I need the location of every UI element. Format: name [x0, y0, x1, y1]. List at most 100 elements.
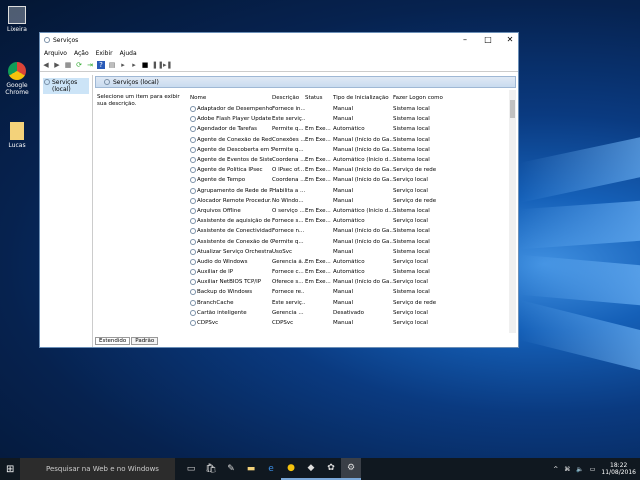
- chrome-taskbar-icon[interactable]: ●: [281, 458, 301, 480]
- console-tree-icon[interactable]: ▦: [64, 61, 72, 69]
- maximize-button[interactable]: □: [478, 35, 498, 44]
- desktop-icon-user-folder[interactable]: Lucas: [2, 122, 32, 149]
- table-row[interactable]: Arquivos Offline O serviço ... Em Exe... Au…: [190, 206, 510, 216]
- table-row[interactable]: Adobe Flash Player Update ... Este serviç…: [190, 114, 510, 124]
- service-icon: [190, 248, 196, 255]
- paint-icon[interactable]: ✿: [321, 458, 341, 480]
- table-row[interactable]: Assistente de Conexão de C... Permite q..…: [190, 236, 510, 246]
- service-name-text: Agente de Política IPsec: [197, 167, 263, 174]
- app-icon[interactable]: ✎: [221, 458, 241, 480]
- service-log-on-as: Sistema local: [393, 126, 430, 133]
- title-bar[interactable]: Serviços: [40, 33, 518, 47]
- vertical-scrollbar[interactable]: [509, 90, 516, 333]
- table-row[interactable]: Assistente de Conectividad... Fornece n..…: [190, 226, 510, 236]
- table-row[interactable]: Auxiliar NetBIOS TCP/IP Oferece s... Em Ex…: [190, 277, 510, 287]
- service-icon: [190, 146, 196, 153]
- service-name: BranchCache: [190, 299, 272, 306]
- col-name[interactable]: Nome: [190, 95, 272, 101]
- menu-acao[interactable]: Ação: [74, 50, 89, 57]
- col-description[interactable]: Descrição: [272, 95, 305, 101]
- desktop-icon-chrome[interactable]: Google Chrome: [2, 62, 32, 96]
- service-description: Coordena ...: [272, 177, 305, 184]
- app2-icon[interactable]: ◆: [301, 458, 321, 480]
- table-row[interactable]: Cartão inteligente Gerencia ... Desativado…: [190, 308, 510, 318]
- table-row[interactable]: Áudio do Windows Gerencia á... Em Exe... Au…: [190, 257, 510, 267]
- start-alt-icon[interactable]: ▸: [130, 61, 138, 69]
- table-row[interactable]: Auxiliar de IP Fornece c... Em Exe... Autom…: [190, 267, 510, 277]
- service-name: Agente de Descoberta em S...: [190, 146, 272, 153]
- service-description: Gerencia á...: [272, 258, 305, 265]
- service-startup-type: Manual: [333, 299, 353, 306]
- start-button[interactable]: ⊞: [6, 464, 14, 475]
- stop-icon[interactable]: ■: [141, 61, 149, 69]
- table-row[interactable]: Assistente de aquisição de i... Fornece s…: [190, 216, 510, 226]
- close-button[interactable]: ✕: [500, 35, 520, 44]
- network-icon[interactable]: ⌘: [564, 466, 570, 473]
- service-log-on-as: Sistema local: [393, 207, 430, 214]
- toolbar: ◀ ▶ ▦ ⟳ ⇥ ? ▤ ▸ ▸ ■ ❚❚ ▸❚: [40, 59, 518, 72]
- table-row[interactable]: Agente de Descoberta em S... Permite q...…: [190, 145, 510, 155]
- table-row[interactable]: Agrupamento de Rede de Par Habilita a ...…: [190, 186, 510, 196]
- minimize-button[interactable]: –: [455, 35, 475, 44]
- service-icon: [190, 279, 196, 286]
- table-row[interactable]: Atualizar Serviço Orchestrator UsoSvc Manu…: [190, 247, 510, 257]
- col-startup-type[interactable]: Tipo de Inicialização: [333, 95, 393, 101]
- menu-exibir[interactable]: Exibir: [96, 50, 113, 57]
- tab-padrao[interactable]: Padrão: [131, 337, 159, 345]
- service-description: Este serviç...: [272, 299, 305, 306]
- table-row[interactable]: Adaptador de Desempenho... Fornece in... M…: [190, 104, 510, 114]
- table-row[interactable]: Alocador Remote Procedur... No Windo... Ma…: [190, 196, 510, 206]
- properties-icon[interactable]: ▤: [108, 61, 116, 69]
- service-log-on-as: Serviço local: [393, 187, 428, 194]
- table-row[interactable]: Backup do Windows Fornece re... Manual Sist…: [190, 287, 510, 297]
- service-description: Permite q...: [272, 238, 304, 245]
- service-name: Áudio do Windows: [190, 258, 272, 265]
- start-icon[interactable]: ▸: [119, 61, 127, 69]
- search-box[interactable]: Pesquisar na Web e no Windows: [20, 458, 175, 480]
- table-row[interactable]: CDPSvc CDPSvc Manual Serviço local: [190, 318, 510, 328]
- service-name: Alocador Remote Procedur...: [190, 197, 272, 204]
- tree-item-services-local[interactable]: Serviços (local): [43, 78, 89, 94]
- task-view-icon[interactable]: ▭: [181, 458, 201, 480]
- console-tree: Serviços (local): [40, 75, 93, 347]
- table-row[interactable]: Agente de Tempo Coordena ... Em Exe... Manu…: [190, 175, 510, 185]
- service-startup-type: Manual: [333, 289, 353, 296]
- tab-estendido[interactable]: Estendido: [95, 337, 131, 345]
- edge-icon[interactable]: e: [261, 458, 281, 480]
- file-explorer-icon[interactable]: ▬: [241, 458, 261, 480]
- store-icon[interactable]: 🛍: [201, 458, 221, 480]
- table-row[interactable]: Agente de Política IPsec O IPsec of... Em …: [190, 165, 510, 175]
- menu-arquivo[interactable]: Arquivo: [44, 50, 67, 57]
- service-log-on-as: Sistema local: [393, 289, 430, 296]
- scroll-thumb[interactable]: [510, 100, 515, 118]
- service-startup-type: Manual (Início do Ga...: [333, 136, 393, 143]
- services-taskbar-icon[interactable]: ⚙: [341, 458, 361, 480]
- col-log-on-as[interactable]: Fazer Logon como: [393, 95, 448, 101]
- clock[interactable]: 18:22 11/08/2016: [601, 462, 636, 476]
- service-name-text: Agendador de Tarefas: [197, 126, 257, 133]
- chevron-up-icon[interactable]: ^: [553, 466, 558, 473]
- desktop-icon-recycle-bin[interactable]: Lixeira: [2, 6, 32, 33]
- table-row[interactable]: BranchCache Este serviç... Manual Serviço d…: [190, 298, 510, 308]
- service-name: Agente de Política IPsec: [190, 167, 272, 174]
- menu-ajuda[interactable]: Ajuda: [120, 50, 137, 57]
- service-status: Em Exe...: [305, 207, 331, 214]
- table-row[interactable]: Agendador de Tarefas Permite q... Em Exe..…: [190, 124, 510, 134]
- service-status: Em Exe...: [305, 279, 331, 286]
- export-icon[interactable]: ⇥: [86, 61, 94, 69]
- table-row[interactable]: Agente de Conexão de Rede Conexões ... Em …: [190, 135, 510, 145]
- restart-icon[interactable]: ▸❚: [163, 61, 172, 69]
- table-row[interactable]: Agente de Eventos de Siste... Coordena ..…: [190, 155, 510, 165]
- notifications-icon[interactable]: ▭: [590, 466, 596, 473]
- service-name-text: Auxiliar de IP: [197, 269, 234, 276]
- service-startup-type: Automático: [333, 269, 365, 276]
- service-startup-type: Manual (Início do Ga...: [333, 228, 393, 235]
- help-icon[interactable]: ?: [97, 61, 105, 69]
- pause-icon[interactable]: ❚❚: [152, 61, 164, 69]
- volume-icon[interactable]: 🔈: [576, 466, 583, 473]
- col-status[interactable]: Status: [305, 95, 333, 101]
- service-name: Adobe Flash Player Update ...: [190, 116, 272, 123]
- refresh-icon[interactable]: ⟳: [75, 61, 83, 69]
- back-icon[interactable]: ◀: [42, 61, 50, 69]
- forward-icon[interactable]: ▶: [53, 61, 61, 69]
